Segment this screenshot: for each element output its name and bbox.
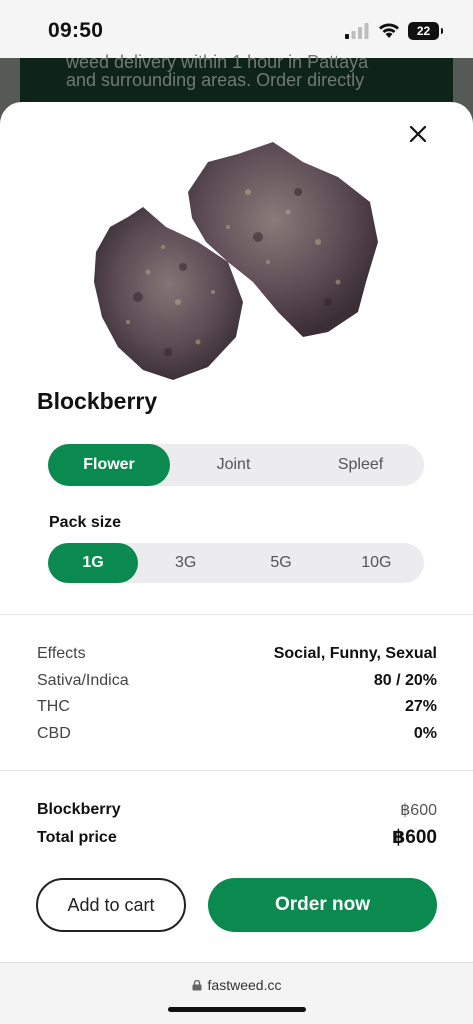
pack-option-3g[interactable]: 3G xyxy=(138,543,233,583)
browser-url-bar: fastweed.cc xyxy=(0,962,473,1024)
wifi-icon xyxy=(379,23,399,38)
divider xyxy=(0,770,473,771)
pack-option-10g[interactable]: 10G xyxy=(329,543,424,583)
close-icon xyxy=(409,125,427,143)
status-time: 09:50 xyxy=(48,19,104,42)
url-display[interactable]: fastweed.cc xyxy=(0,977,473,993)
spec-key: Effects xyxy=(37,645,86,662)
pack-option-1g[interactable]: 1G xyxy=(48,543,138,583)
spec-value: 80 / 20% xyxy=(373,672,437,689)
line-item-name: Blockberry xyxy=(37,801,121,818)
spec-value: 0% xyxy=(413,725,437,742)
spec-key: THC xyxy=(37,698,70,715)
pack-option-5g[interactable]: 5G xyxy=(233,543,328,583)
divider xyxy=(0,614,473,615)
product-name: Blockberry xyxy=(37,388,158,414)
total-label: Total price xyxy=(37,828,117,846)
spec-row-sativa-indica: Sativa/Indica 80 / 20% xyxy=(37,670,437,692)
spec-row-thc: THC 27% xyxy=(37,696,437,718)
pack-size-selector: 1G 3G 5G 10G xyxy=(48,543,424,583)
url-text: fastweed.cc xyxy=(207,977,282,993)
spec-key: Sativa/Indica xyxy=(37,672,129,689)
lock-icon xyxy=(192,980,202,991)
product-image xyxy=(94,142,378,380)
product-type-selector: Flower Joint Spleef xyxy=(48,444,424,486)
pack-size-label: Pack size xyxy=(49,514,122,531)
order-now-button[interactable]: Order now xyxy=(208,878,437,932)
type-option-spleef[interactable]: Spleef xyxy=(297,444,424,486)
type-option-joint[interactable]: Joint xyxy=(170,444,297,486)
background-text-line2: and surrounding areas. Order directly xyxy=(66,70,365,90)
total-row: Total price ฿600 xyxy=(37,826,437,849)
spec-value: 27% xyxy=(404,698,437,715)
spec-value: Social, Funny, Sexual xyxy=(273,645,437,662)
battery-indicator: 22 xyxy=(408,22,443,40)
line-item-price: ฿600 xyxy=(400,802,437,819)
total-price: ฿600 xyxy=(392,827,437,848)
type-option-flower[interactable]: Flower xyxy=(48,444,170,486)
cellular-signal-icon xyxy=(345,23,369,39)
spec-row-effects: Effects Social, Funny, Sexual xyxy=(37,643,437,665)
home-indicator[interactable] xyxy=(168,1007,306,1012)
spec-row-cbd: CBD 0% xyxy=(37,723,437,745)
line-item-row: Blockberry ฿600 xyxy=(37,800,437,820)
add-to-cart-button[interactable]: Add to cart xyxy=(36,878,186,932)
spec-key: CBD xyxy=(37,725,71,742)
product-sheet: Blockberry Flower Joint Spleef Pack size… xyxy=(0,102,473,962)
close-button[interactable] xyxy=(404,120,432,148)
